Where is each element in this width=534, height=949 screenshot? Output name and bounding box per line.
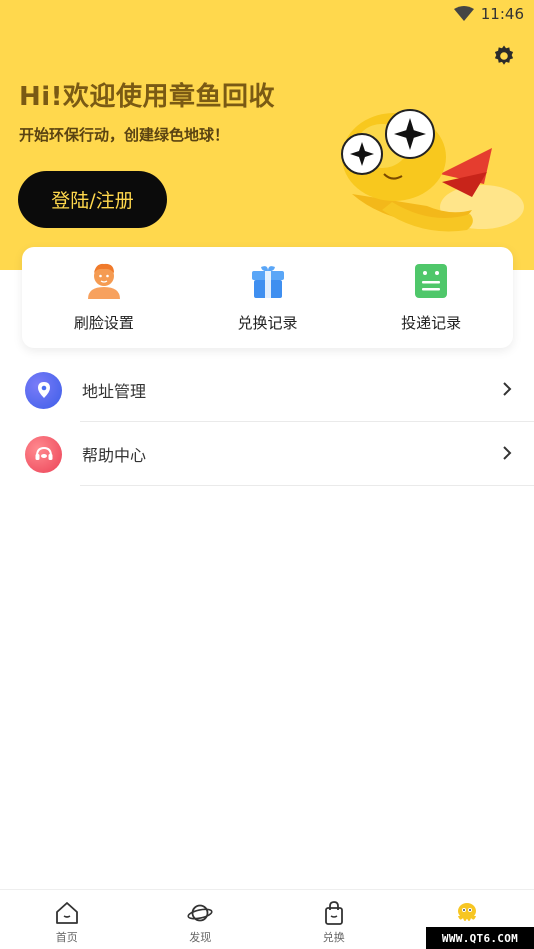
menu-item-help[interactable]: 帮助中心 <box>0 422 534 486</box>
chevron-right-icon <box>503 446 512 460</box>
tab-label-exchange: 兑换 <box>322 931 345 944</box>
gift-icon <box>251 266 284 298</box>
wifi-icon <box>454 6 474 21</box>
login-register-button[interactable]: 登陆/注册 <box>18 171 167 228</box>
tab-exchange[interactable]: 兑换 <box>267 890 401 949</box>
face-setting-label: 刷脸设置 <box>73 314 134 332</box>
help-headset-icon <box>25 435 62 473</box>
tab-label-discover: 发现 <box>189 931 212 944</box>
planet-icon <box>187 904 213 922</box>
exchange-record-entry[interactable]: 兑换记录 <box>186 247 350 348</box>
tab-discover[interactable]: 发现 <box>134 890 268 949</box>
face-setting-entry[interactable]: 刷脸设置 <box>22 247 186 348</box>
home-icon <box>55 902 78 924</box>
gear-icon[interactable] <box>492 44 516 68</box>
settings-menu: 地址管理 帮助中心 <box>0 358 534 486</box>
watermark: WWW.QT6.COM <box>426 927 534 949</box>
status-time: 11:46 <box>480 5 524 23</box>
delivery-record-entry[interactable]: 投递记录 <box>349 247 513 348</box>
menu-item-address[interactable]: 地址管理 <box>0 358 534 422</box>
greeting-title: Hi!欢迎使用章鱼回收 <box>19 82 276 112</box>
octopus-icon <box>458 903 477 921</box>
face-setting-icon <box>87 263 120 299</box>
delivery-record-icon <box>415 264 448 298</box>
delivery-record-label: 投递记录 <box>401 314 462 332</box>
status-bar: 11:46 <box>0 0 534 30</box>
shopping-bag-icon <box>324 901 343 925</box>
menu-label-address: 地址管理 <box>82 382 147 401</box>
octopus-mascot <box>341 109 524 232</box>
menu-label-help: 帮助中心 <box>82 446 147 465</box>
location-pin-icon <box>25 371 62 409</box>
exchange-record-label: 兑换记录 <box>237 314 298 332</box>
greeting-subtitle: 开始环保行动，创建绿色地球！ <box>19 126 230 144</box>
chevron-right-icon <box>503 382 512 396</box>
tab-label-home: 首页 <box>55 931 78 944</box>
tab-home[interactable]: 首页 <box>0 890 134 949</box>
quick-actions-card: 刷脸设置 兑换记录 投递记录 <box>22 247 513 348</box>
